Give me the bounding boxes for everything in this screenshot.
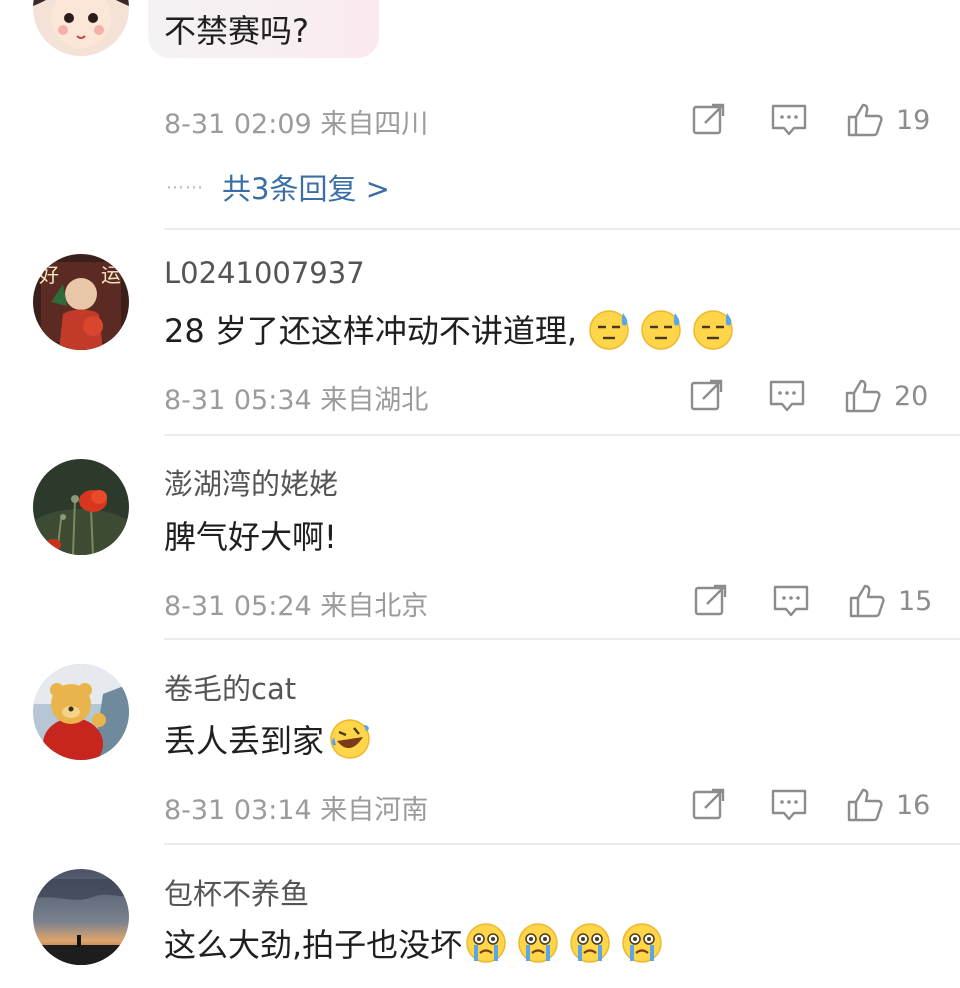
avatar[interactable] — [33, 0, 129, 56]
crying-emoji — [516, 921, 560, 965]
comment-icon — [771, 789, 807, 821]
comment-actions: 19 — [690, 100, 940, 140]
laugh-cry-emoji — [328, 717, 372, 761]
crying-emoji — [464, 921, 508, 965]
share-button[interactable] — [690, 785, 728, 825]
comment-text: 28 岁了还这样冲动不讲道理, — [164, 306, 735, 352]
comment-date: 8-31 05:34 — [164, 385, 312, 416]
username[interactable]: L0241007937 — [164, 256, 365, 290]
share-button[interactable] — [692, 581, 730, 621]
comment-icon — [773, 585, 809, 617]
comment-date: 8-31 02:09 — [164, 109, 312, 140]
username[interactable]: 卷毛的cat — [164, 666, 296, 708]
avatar[interactable] — [33, 664, 129, 760]
comment-bubble: 不禁赛吗? — [148, 0, 379, 58]
comment-location: 来自河南 — [320, 795, 429, 826]
username[interactable]: 包杯不养鱼 — [164, 871, 309, 913]
comment-text: 丢人丢到家 — [164, 716, 372, 762]
comment-icon — [769, 380, 805, 412]
replies-dots: ⋯⋯ — [166, 176, 204, 198]
reply-button[interactable] — [772, 581, 810, 621]
comment-meta: 8-31 03:14 来自河南 — [164, 788, 428, 827]
comment-text: 不禁赛吗? — [164, 12, 309, 50]
comment-date: 8-31 03:14 — [164, 795, 312, 826]
comment-text: 脾气好大啊! — [164, 512, 337, 558]
replies-count: 共3条回复 > — [222, 172, 390, 206]
comment-location: 来自北京 — [320, 591, 429, 622]
like-button[interactable]: 15 — [848, 581, 932, 621]
reply-button[interactable] — [770, 100, 808, 140]
thumbs-up-icon — [847, 103, 883, 137]
comment-meta: 8-31 05:24 来自北京 — [164, 584, 428, 623]
share-icon — [690, 379, 723, 411]
comment-actions: 15 — [692, 581, 942, 621]
share-button[interactable] — [690, 100, 728, 140]
like-count: 19 — [896, 104, 931, 136]
comment-body: 28 岁了还这样冲动不讲道理, — [164, 312, 578, 350]
comment-location: 来自湖北 — [320, 385, 429, 416]
avatar[interactable] — [33, 869, 129, 965]
reply-button[interactable] — [770, 785, 808, 825]
share-icon — [692, 788, 725, 820]
comment-body: 脾气好大啊! — [164, 518, 337, 556]
comment-actions: 20 — [688, 376, 938, 416]
divider — [164, 434, 960, 436]
thumbs-up-icon — [847, 788, 883, 822]
like-count: 16 — [896, 789, 931, 821]
avatar-char: 运 — [101, 263, 121, 287]
share-button[interactable] — [688, 376, 726, 416]
comment-text: 这么大劲,拍子也没坏 — [164, 920, 664, 966]
share-icon — [694, 584, 727, 616]
sweat-emoji — [691, 307, 735, 351]
comment-body: 丢人丢到家 — [164, 722, 325, 760]
like-button[interactable]: 16 — [846, 785, 930, 825]
username[interactable]: 澎湖湾的姥姥 — [164, 461, 338, 503]
avatar[interactable] — [33, 459, 129, 555]
comment-body: 这么大劲,拍子也没坏 — [164, 926, 463, 964]
share-icon — [692, 103, 725, 135]
avatar[interactable]: 好 运 — [33, 254, 129, 350]
avatar-char: 好 — [39, 263, 59, 287]
sweat-emoji — [587, 307, 631, 351]
comment-location: 来自四川 — [320, 109, 429, 140]
like-button[interactable]: 20 — [844, 376, 928, 416]
thumbs-up-icon — [845, 379, 881, 413]
replies-link[interactable]: ⋯⋯ 共3条回复 > — [166, 166, 390, 208]
comment-date: 8-31 05:24 — [164, 591, 312, 622]
divider — [164, 638, 960, 640]
like-count: 20 — [894, 380, 929, 412]
reply-button[interactable] — [768, 376, 806, 416]
crying-emoji — [620, 921, 664, 965]
comment-meta: 8-31 05:34 来自湖北 — [164, 378, 428, 417]
thumbs-up-icon — [849, 584, 885, 618]
comment-meta: 8-31 02:09 来自四川 — [164, 102, 428, 141]
comment-actions: 16 — [690, 785, 940, 825]
sweat-emoji — [639, 307, 683, 351]
comment-icon — [771, 104, 807, 136]
crying-emoji — [568, 921, 612, 965]
like-count: 15 — [898, 585, 933, 617]
divider — [164, 228, 960, 230]
like-button[interactable]: 19 — [846, 100, 930, 140]
divider — [164, 843, 960, 845]
